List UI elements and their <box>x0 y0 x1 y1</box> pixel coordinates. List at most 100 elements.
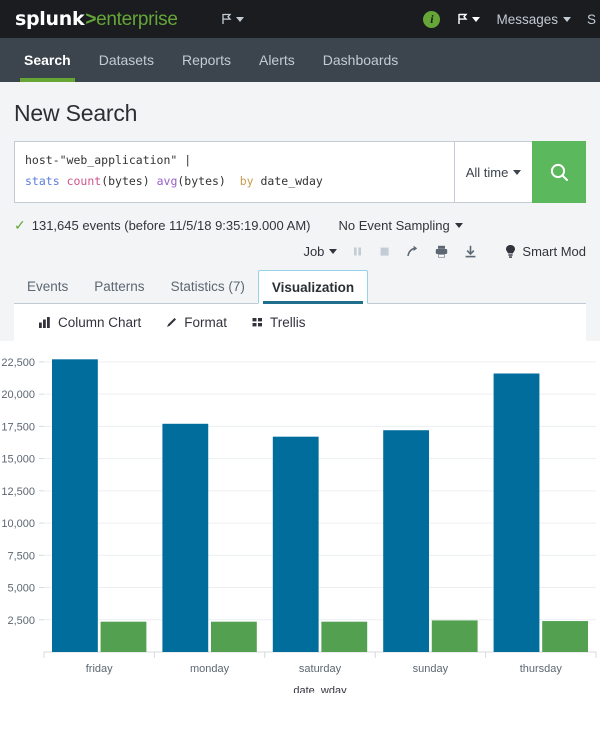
query-avg-function: avg <box>157 174 178 188</box>
logo-enterprise-text: enterprise <box>96 9 178 31</box>
search-mode-selector[interactable]: Smart Mod <box>504 244 586 259</box>
y-tick-label: 2,500 <box>7 615 35 627</box>
job-toolbar: Job <box>14 234 586 269</box>
magnifier-icon <box>549 162 570 183</box>
printer-icon <box>434 244 449 259</box>
format-label: Format <box>184 315 227 330</box>
messages-label: Messages <box>496 12 558 27</box>
results-tabs: Events Patterns Statistics (7) Visualiza… <box>14 269 586 304</box>
messages-menu[interactable]: Messages <box>496 12 571 27</box>
share-arrow-icon <box>405 244 420 259</box>
x-tick-label: monday <box>190 663 230 675</box>
time-range-picker[interactable]: All time <box>454 141 532 203</box>
query-count-function: count <box>67 174 102 188</box>
event-sampling-label: No Event Sampling <box>338 218 449 233</box>
search-query-input[interactable]: host-"web_application" | stats count(byt… <box>14 141 454 203</box>
job-menu-caret-icon <box>329 249 337 254</box>
chart-bar <box>383 430 429 652</box>
column-chart[interactable]: 2,500 5,000 7,500 10,000 12,500 15,000 17,500 2… <box>0 341 600 693</box>
query-host-clause: host-"web_application" <box>25 153 177 167</box>
search-mode-label: Smart Mod <box>522 244 586 259</box>
tab-visualization[interactable]: Visualization <box>258 270 368 304</box>
x-tick-label: saturday <box>299 663 342 675</box>
chart-bar <box>494 373 540 652</box>
search-query-line-1: host-"web_application" | <box>25 150 444 171</box>
results-info-row: ✓ 131,645 events (before 11/5/18 9:35:19… <box>14 203 586 234</box>
settings-menu-truncated[interactable]: S <box>587 12 596 27</box>
query-stats-command: stats <box>25 174 60 188</box>
x-axis-title: date_wday <box>293 685 347 693</box>
chart-bar <box>542 621 588 652</box>
trellis-button[interactable]: Trellis <box>251 315 306 330</box>
nav-item-alerts[interactable]: Alerts <box>245 38 309 82</box>
tab-patterns[interactable]: Patterns <box>81 269 157 303</box>
y-tick-label: 22,500 <box>1 357 35 369</box>
job-menu-label: Job <box>303 244 324 259</box>
search-bar-row: host-"web_application" | stats count(byt… <box>14 141 586 203</box>
top-bar: splunk > enterprise i Messages S <box>0 0 600 38</box>
chart-bar <box>432 620 478 652</box>
page-title: New Search <box>14 82 586 141</box>
chart-bar <box>211 622 257 652</box>
format-button[interactable]: Format <box>165 315 227 330</box>
y-tick-label: 12,500 <box>1 486 35 498</box>
splunk-logo[interactable]: splunk > enterprise <box>15 8 178 31</box>
query-avg-arg: (bytes) <box>177 174 225 188</box>
chart-bar <box>321 622 367 652</box>
x-tick-label: thursday <box>520 663 563 675</box>
activity-flag-icon[interactable] <box>220 12 244 26</box>
info-badge-icon[interactable]: i <box>423 11 440 28</box>
nav-item-datasets[interactable]: Datasets <box>85 38 168 82</box>
stop-job-button[interactable] <box>378 245 391 258</box>
time-range-caret-icon <box>513 170 521 175</box>
notification-caret-icon <box>472 17 480 22</box>
main-nav: Search Datasets Reports Alerts Dashboard… <box>0 38 600 82</box>
query-count-arg: (bytes) <box>101 174 149 188</box>
chart-type-selector[interactable]: Column Chart <box>38 315 141 330</box>
y-tick-label: 15,000 <box>1 454 35 466</box>
chart-type-label: Column Chart <box>58 315 141 330</box>
nav-item-search[interactable]: Search <box>10 38 85 82</box>
pause-icon <box>351 245 364 258</box>
x-tick-label: sunday <box>413 663 449 675</box>
event-sampling-dropdown[interactable]: No Event Sampling <box>338 218 462 233</box>
share-job-button[interactable] <box>405 244 420 259</box>
x-tick-label: friday <box>86 663 113 675</box>
tab-events[interactable]: Events <box>14 269 81 303</box>
chart-canvas: 2,500 5,000 7,500 10,000 12,500 15,000 17,500 2… <box>0 341 600 693</box>
trellis-label: Trellis <box>270 315 306 330</box>
activity-caret-icon <box>236 17 244 22</box>
nav-item-dashboards[interactable]: Dashboards <box>309 38 413 82</box>
lightbulb-icon <box>504 244 517 259</box>
time-range-label: All time <box>466 165 509 180</box>
grid-icon <box>251 316 264 329</box>
pause-job-button[interactable] <box>351 245 364 258</box>
y-tick-label: 5,000 <box>7 583 35 595</box>
query-pipe: | <box>184 153 191 167</box>
print-job-button[interactable] <box>434 244 449 259</box>
search-submit-button[interactable] <box>532 141 586 203</box>
stop-icon <box>378 245 391 258</box>
chart-bar <box>162 424 208 652</box>
logo-separator: > <box>85 9 96 31</box>
nav-item-reports[interactable]: Reports <box>168 38 245 82</box>
tab-statistics[interactable]: Statistics (7) <box>158 269 258 303</box>
notification-flag-icon[interactable] <box>456 12 480 26</box>
topbar-right-group: i Messages S <box>423 0 600 38</box>
messages-caret-icon <box>563 17 571 22</box>
query-by-keyword: by <box>240 174 254 188</box>
bar-chart-icon <box>38 316 52 329</box>
chart-bar <box>273 437 319 652</box>
y-tick-label: 10,000 <box>1 518 35 530</box>
chart-bar <box>101 622 147 652</box>
search-page: New Search host-"web_application" | stat… <box>0 82 600 693</box>
y-tick-label: 20,000 <box>1 389 35 401</box>
y-tick-label: 17,500 <box>1 421 35 433</box>
y-tick-label: 7,500 <box>7 550 35 562</box>
event-sampling-caret-icon <box>455 223 463 228</box>
download-icon <box>463 244 478 259</box>
search-query-line-2: stats count(bytes) avg(bytes) by date_wd… <box>25 171 444 192</box>
job-menu-button[interactable]: Job <box>303 244 337 259</box>
success-checkmark-icon: ✓ <box>14 217 26 234</box>
export-job-button[interactable] <box>463 244 478 259</box>
